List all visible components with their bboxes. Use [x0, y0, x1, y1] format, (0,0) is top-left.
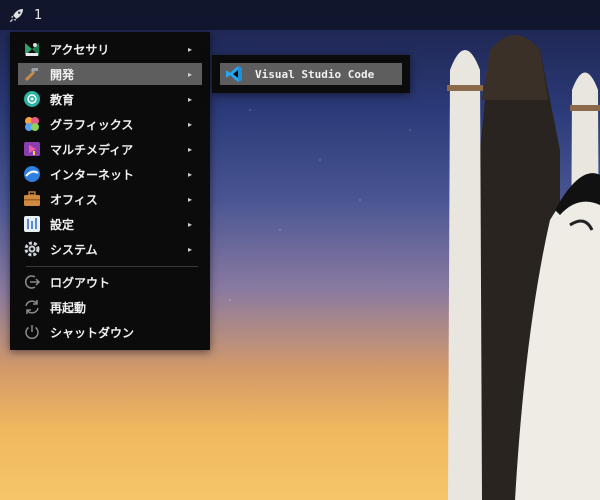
menu-item-accessories[interactable]: アクセサリ ▸	[18, 38, 202, 60]
menu-item-shutdown[interactable]: シャットダウン	[18, 321, 202, 343]
system-icon	[23, 240, 41, 258]
menu-item-settings[interactable]: 設定 ▸	[18, 213, 202, 235]
logout-icon	[23, 273, 41, 291]
submenu-arrow-icon: ▸	[188, 244, 193, 254]
internet-icon	[23, 165, 41, 183]
submenu-arrow-icon: ▸	[188, 119, 193, 129]
development-submenu: Visual Studio Code	[212, 55, 410, 93]
submenu-arrow-icon: ▸	[188, 194, 193, 204]
menu-item-education[interactable]: 教育 ▸	[18, 88, 202, 110]
submenu-arrow-icon: ▸	[188, 94, 193, 104]
menu-item-label: 教育	[50, 92, 75, 107]
submenu-item-label: Visual Studio Code	[255, 67, 375, 81]
development-icon	[23, 65, 41, 83]
menu-item-office[interactable]: オフィス ▸	[18, 188, 202, 210]
top-panel: 1	[0, 0, 600, 30]
menu-item-internet[interactable]: インターネット ▸	[18, 163, 202, 185]
menu-item-label: シャットダウン	[50, 325, 135, 340]
menu-item-label: アクセサリ	[50, 42, 110, 57]
menu-item-logout[interactable]: ログアウト	[18, 271, 202, 293]
power-icon	[23, 323, 41, 341]
vscode-icon	[225, 65, 243, 83]
office-icon	[23, 190, 41, 208]
submenu-arrow-icon: ▸	[188, 219, 193, 229]
menu-item-label: マルチメディア	[50, 142, 134, 157]
restart-icon	[23, 298, 41, 316]
application-menu: アクセサリ ▸ 開発 ▸ 教育 ▸ グラフィックス ▸ マルチメディア ▸ イン	[10, 32, 210, 350]
submenu-arrow-icon: ▸	[188, 69, 193, 79]
menu-item-label: 再起動	[50, 300, 87, 315]
settings-icon	[23, 215, 41, 233]
menu-item-development[interactable]: 開発 ▸	[18, 63, 202, 85]
menu-item-label: システム	[50, 242, 98, 257]
menu-separator	[26, 266, 198, 267]
menu-item-label: グラフィックス	[50, 117, 134, 132]
submenu-arrow-icon: ▸	[188, 169, 193, 179]
menu-item-graphics[interactable]: グラフィックス ▸	[18, 113, 202, 135]
wallpaper-shuttle	[447, 35, 600, 500]
menu-item-label: インターネット	[50, 167, 135, 182]
submenu-arrow-icon: ▸	[188, 144, 193, 154]
menu-item-restart[interactable]: 再起動	[18, 296, 202, 318]
menu-item-label: 開発	[50, 67, 75, 82]
multimedia-icon	[23, 140, 41, 158]
submenu-arrow-icon: ▸	[188, 44, 193, 54]
workspace-indicator[interactable]: 1	[34, 8, 42, 23]
graphics-icon	[23, 115, 41, 133]
rocket-icon[interactable]	[4, 2, 30, 28]
menu-item-system[interactable]: システム ▸	[18, 238, 202, 260]
menu-item-multimedia[interactable]: マルチメディア ▸	[18, 138, 202, 160]
menu-item-label: 設定	[50, 217, 75, 232]
submenu-item-vscode[interactable]: Visual Studio Code	[220, 63, 402, 85]
menu-item-label: オフィス	[50, 192, 98, 207]
menu-item-label: ログアウト	[50, 275, 111, 290]
accessories-icon	[23, 40, 41, 58]
education-icon	[23, 90, 41, 108]
